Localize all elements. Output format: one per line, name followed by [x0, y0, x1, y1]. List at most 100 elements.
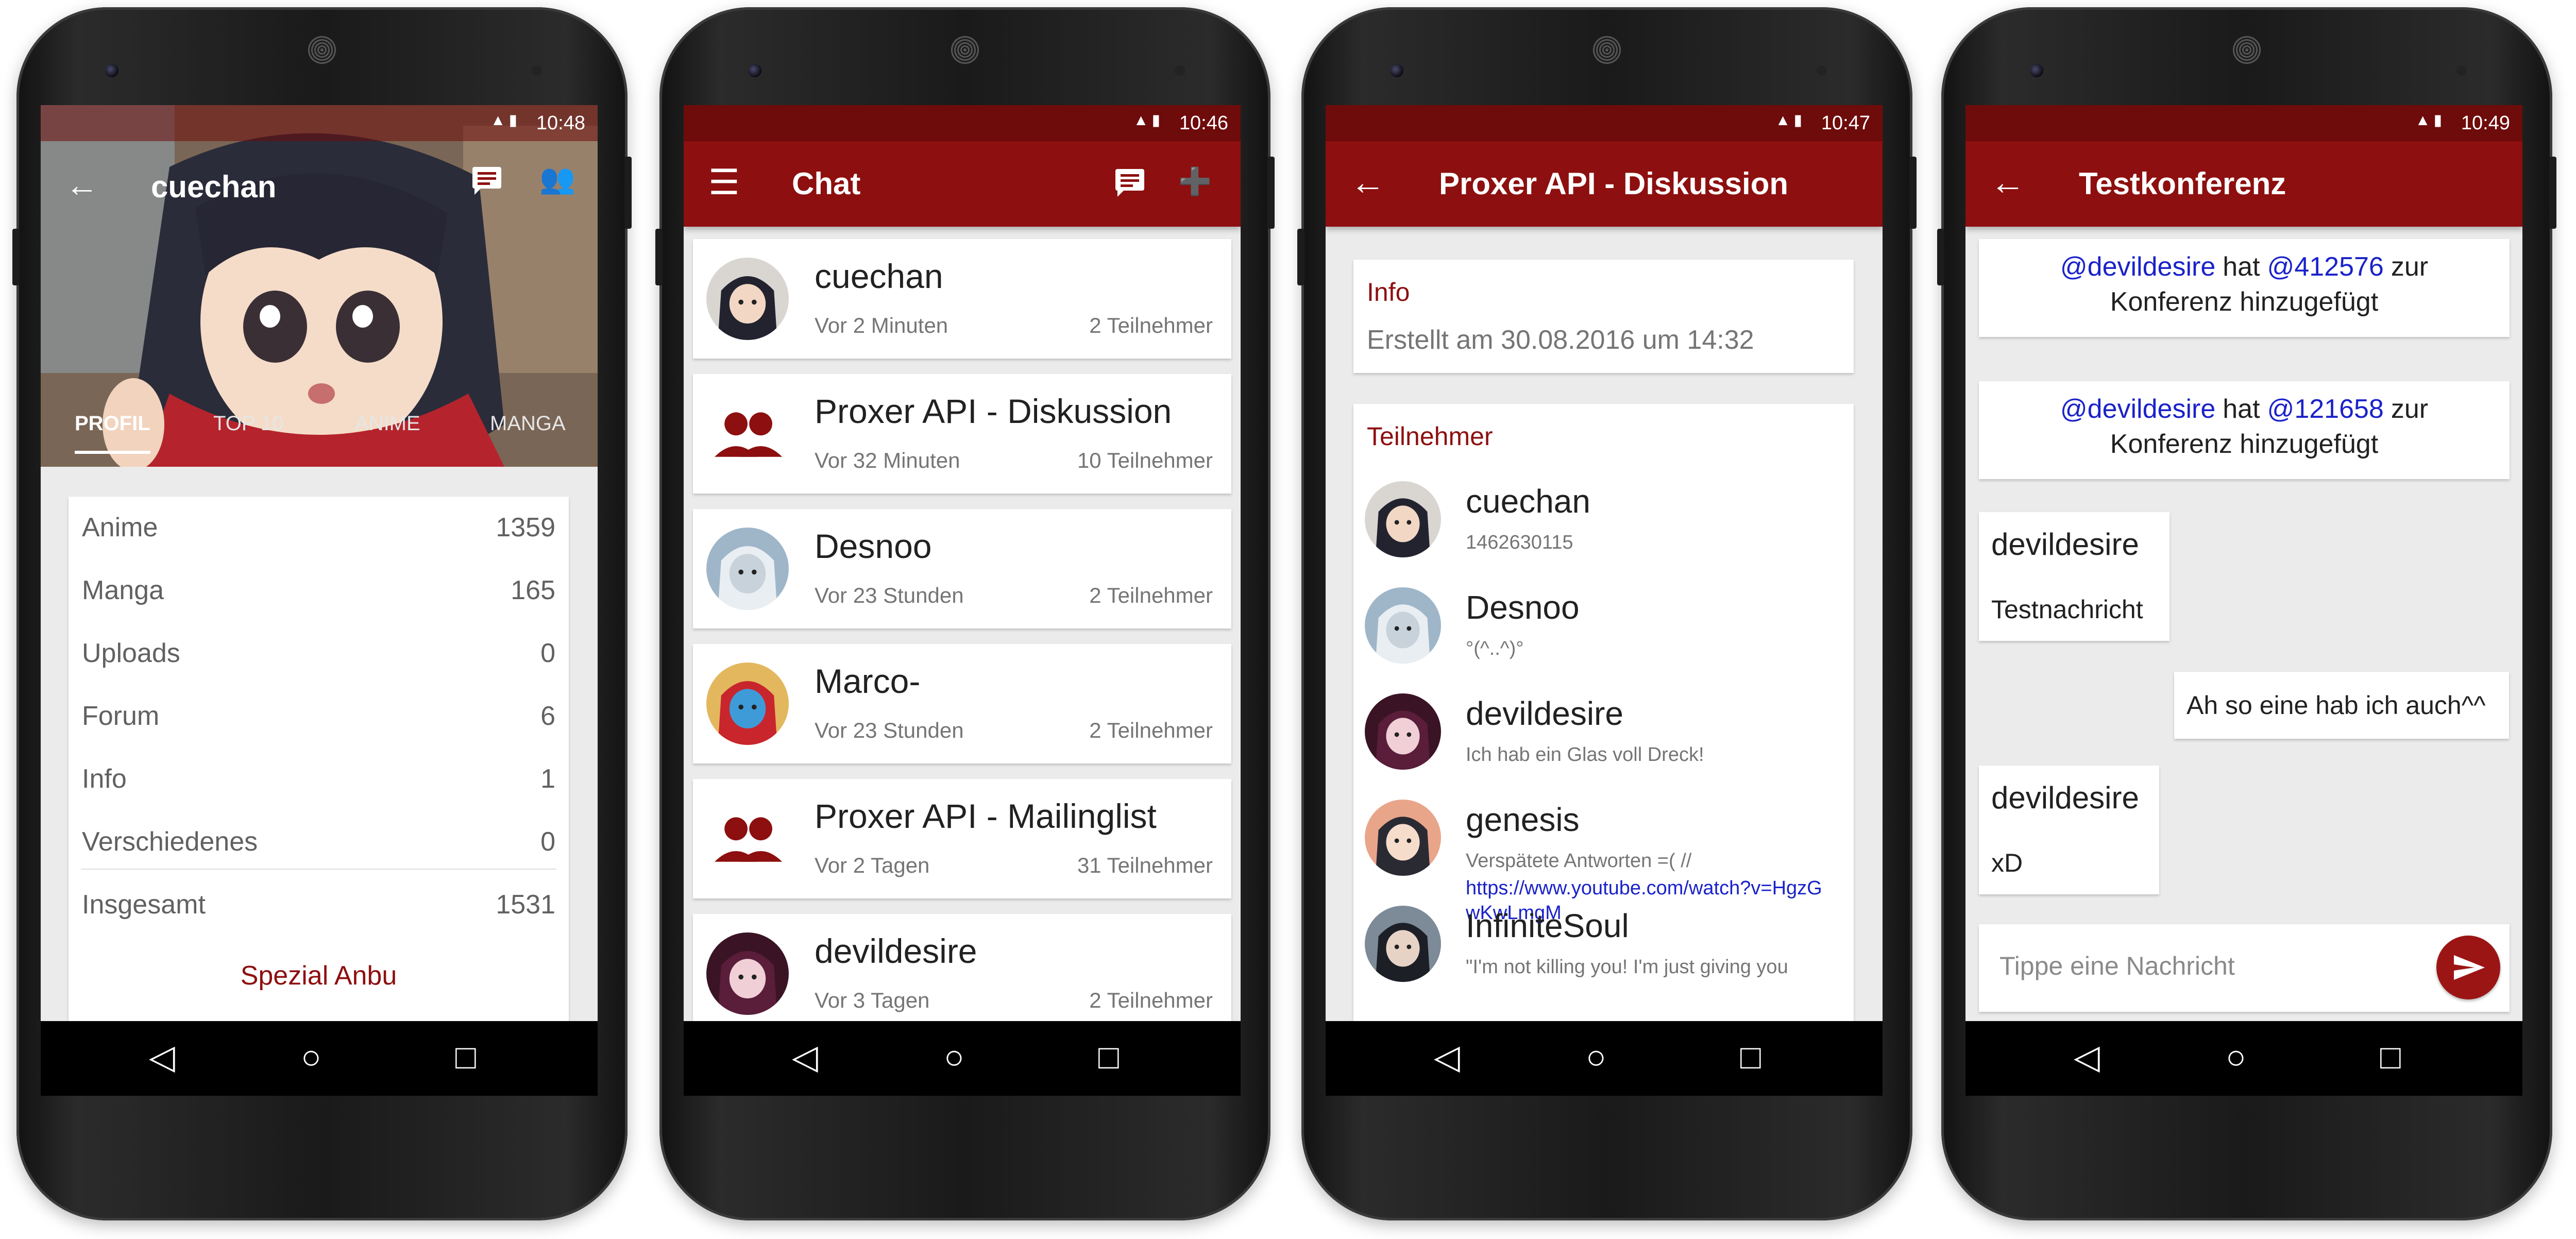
avatar [1365, 800, 1441, 876]
status-bar: ▲▮ 10:48 [41, 105, 598, 141]
chat-name: cuechan [815, 257, 943, 295]
info-created-text: Erstellt am 30.08.2016 um 14:32 [1367, 325, 1754, 355]
recents-nav-icon[interactable]: □ [455, 1039, 476, 1075]
info-heading: Info [1367, 278, 1410, 307]
back-icon[interactable]: ← [65, 166, 98, 204]
chat-list-item[interactable]: Marco- Vor 23 Stunden 2 Teilnehmer [693, 644, 1231, 763]
avatar [1365, 587, 1441, 664]
chat-name: Desnoo [815, 527, 932, 565]
mention-link[interactable]: @121658 [2267, 394, 2384, 424]
volume-button [1937, 229, 1944, 285]
back-nav-icon[interactable]: ◁ [2074, 1039, 2100, 1075]
chat-participants: 10 Teilnehmer [1077, 448, 1213, 472]
back-icon[interactable]: ← [1350, 164, 1385, 201]
power-button [624, 157, 632, 229]
member-name: InfiniteSoul [1466, 907, 1629, 944]
home-nav-icon[interactable]: ○ [1586, 1039, 1606, 1075]
group-icon [706, 797, 789, 880]
mention-link[interactable]: @devildesire [2060, 252, 2215, 282]
recents-nav-icon[interactable]: □ [2380, 1039, 2401, 1075]
info-card: Info Erstellt am 30.08.2016 um 14:32 [1353, 260, 1854, 373]
system-message-line2: Konferenz hinzugefügt [2110, 287, 2379, 317]
system-message-line: @devildesire hat @121658 zur [1979, 394, 2510, 425]
system-nav-bar: ◁ ○ □ [1965, 1021, 2522, 1096]
mention-link[interactable]: @devildesire [2060, 394, 2215, 424]
back-nav-icon[interactable]: ◁ [792, 1039, 818, 1075]
send-button[interactable] [2436, 936, 2500, 999]
chat-list-item[interactable]: Proxer API - Diskussion Vor 32 Minuten 10 … [693, 374, 1231, 494]
sensor [532, 65, 542, 76]
signal-battery-icons: ▲▮ [1133, 112, 1163, 129]
chat-name: Proxer API - Diskussion [815, 392, 1172, 430]
back-nav-icon[interactable]: ◁ [149, 1039, 175, 1075]
power-button [2549, 157, 2556, 229]
volume-button [655, 229, 663, 285]
member-status: °(^..^)° [1466, 638, 1524, 659]
status-bar: ▲▮ 10:46 [684, 105, 1241, 141]
total-label: Insgesamt [82, 890, 206, 920]
status-bar: ▲▮ 10:47 [1326, 105, 1883, 141]
avatar [1365, 481, 1441, 557]
rank-label: Spezial Anbu [240, 961, 397, 991]
message-input[interactable]: Tippe eine Nachricht [1999, 951, 2235, 981]
stat-label: Forum [82, 701, 160, 731]
member-name: cuechan [1466, 483, 1590, 520]
message-icon[interactable] [470, 165, 503, 196]
add-contact-icon[interactable]: ➕ [1178, 166, 1212, 197]
new-message-icon[interactable] [1113, 167, 1146, 205]
recents-nav-icon[interactable]: □ [1740, 1039, 1761, 1075]
member-status: Verspätete Antworten =( // [1466, 850, 1692, 872]
stat-value: 1 [540, 764, 555, 794]
message-input-bar: Tippe eine Nachricht [1979, 924, 2510, 1012]
chat-participants: 2 Teilnehmer [1089, 313, 1213, 337]
chat-list-item[interactable]: cuechan Vor 2 Minuten 2 Teilnehmer [693, 239, 1231, 359]
system-message-verb: hat [2223, 252, 2260, 282]
status-time: 10:49 [2461, 112, 2510, 134]
add-friend-icon[interactable]: 👥 [539, 162, 575, 196]
conference-title: Proxer API - Diskussion [1439, 166, 1788, 201]
menu-icon[interactable]: ☰ [708, 164, 740, 201]
members-card: Teilnehmer cuechan 1462630115 Desnoo °(^..^… [1353, 404, 1854, 1096]
stat-label: Verschiedenes [82, 827, 258, 857]
home-nav-icon[interactable]: ○ [301, 1039, 321, 1075]
system-nav-bar: ◁ ○ □ [684, 1021, 1241, 1096]
chat-time: Vor 23 Stunden [815, 718, 964, 742]
home-nav-icon[interactable]: ○ [944, 1039, 964, 1075]
recents-nav-icon[interactable]: □ [1098, 1039, 1119, 1075]
signal-battery-icons: ▲▮ [1775, 112, 1805, 129]
avatar [706, 932, 789, 1015]
back-nav-icon[interactable]: ◁ [1434, 1039, 1460, 1075]
tab-top10[interactable]: TOP 10 [213, 412, 283, 435]
stat-label: Anime [82, 513, 158, 542]
chat-list-item[interactable]: Desnoo Vor 23 Stunden 2 Teilnehmer [693, 509, 1231, 629]
volume-button [12, 229, 20, 285]
tab-anime[interactable]: ANIME [355, 412, 420, 435]
phone-chat: ▲▮ 10:46 ☰ Chat ➕ cuechan Vor 2 Minuten 2 … [655, 7, 1275, 1220]
message-text: Testnachricht [1991, 595, 2143, 624]
chat-name: Marco- [815, 662, 921, 700]
members-heading: Teilnehmer [1367, 422, 1493, 451]
mention-link[interactable]: @412576 [2267, 252, 2384, 282]
back-icon[interactable]: ← [1990, 164, 2025, 201]
status-bar: ▲▮ 10:49 [1965, 105, 2522, 141]
screen-testconf: ▲▮ 10:49 ← Testkonferenz @devildesire hat… [1965, 105, 2522, 1096]
chat-time: Vor 2 Minuten [815, 313, 948, 337]
app-bar: ← Proxer API - Diskussion [1326, 141, 1883, 227]
phone-profile: ▲▮ 10:48 ← cuechan 👥 PROFIL TOP 10 ANIME… [12, 7, 632, 1220]
group-icon [706, 393, 789, 475]
phone-conference: ▲▮ 10:47 ← Proxer API - Diskussion Info … [1297, 7, 1917, 1220]
phone-testconf: ▲▮ 10:49 ← Testkonferenz @devildesire hat… [1937, 7, 2556, 1220]
chat-time: Vor 3 Tagen [815, 988, 930, 1012]
front-camera [1390, 64, 1403, 77]
avatar [1365, 906, 1441, 982]
chat-name: devildesire [815, 932, 977, 970]
tab-profil[interactable]: PROFIL [75, 412, 150, 454]
home-nav-icon[interactable]: ○ [2226, 1039, 2246, 1075]
stats-divider [81, 869, 556, 870]
system-message: @devildesire hat @121658 zur Konferenz hinzu… [1979, 381, 2510, 479]
chat-list-item[interactable]: Proxer API - Mailinglist Vor 2 Tagen 31 Te… [693, 779, 1231, 898]
stat-label: Info [82, 764, 127, 794]
chat-list-item[interactable]: devildesire Vor 3 Tagen 2 Teilnehmer [693, 914, 1231, 1033]
status-time: 10:46 [1179, 112, 1228, 134]
tab-manga[interactable]: MANGA [490, 412, 566, 435]
